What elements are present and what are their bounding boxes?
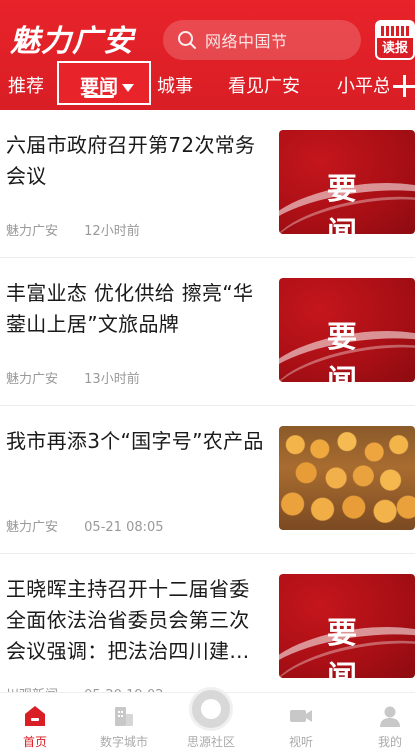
news-source: 魅力广安 (6, 520, 59, 535)
news-item[interactable]: 我市再添3个“国字号”农产品 魅力广安 05-21 08:05 (0, 406, 415, 554)
news-source: 魅力广安 (6, 224, 59, 239)
nav-community[interactable]: 思源社区 (175, 687, 247, 750)
read-paper-label: 读报 (377, 38, 413, 58)
home-icon (22, 703, 48, 729)
tab-see-guangan[interactable]: 看见广安 (228, 66, 300, 110)
nav-home[interactable]: 首页 (0, 693, 70, 750)
news-item[interactable]: 六届市政府召开第72次常务会议 魅力广安 12小时前 要闻 (0, 110, 415, 258)
thumbnail-label: 要闻 (327, 616, 387, 678)
community-icon (189, 687, 233, 731)
nav-label: 视听 (288, 735, 313, 749)
tab-label: 要闻 (80, 76, 119, 98)
news-source: 魅力广安 (6, 372, 59, 387)
tab-label: 推荐 (8, 76, 44, 97)
nav-label: 首页 (22, 735, 47, 749)
add-channel-icon[interactable] (393, 75, 415, 97)
nav-label: 思源社区 (186, 735, 235, 749)
news-item[interactable]: 丰富业态 优化供给 擦亮“华蓥山上居”文旅品牌 魅力广安 13小时前 要闻 (0, 258, 415, 406)
nav-label: 我的 (377, 735, 402, 749)
read-paper-button[interactable]: 读报 (375, 20, 415, 60)
newspaper-icon (381, 26, 409, 36)
tab-label: 城事 (157, 76, 193, 97)
news-title: 丰富业态 优化供给 擦亮“华蓥山上居”文旅品牌 (6, 281, 254, 336)
nav-digital-city[interactable]: 数字城市 (88, 693, 160, 750)
news-title: 六届市政府召开第72次常务会议 (6, 133, 256, 188)
tab-xiaoping[interactable]: 小平总 (337, 66, 389, 110)
nav-label: 数字城市 (99, 735, 148, 749)
nav-profile[interactable]: 我的 (355, 693, 415, 750)
city-icon (111, 703, 137, 729)
news-thumbnail: 要闻 (279, 574, 415, 678)
news-title: 我市再添3个“国字号”农产品 (6, 429, 264, 453)
news-meta: 魅力广安 05-21 08:05 (6, 516, 164, 535)
chevron-down-icon (122, 83, 135, 92)
news-time: 13小时前 (84, 372, 140, 387)
news-time: 12小时前 (84, 224, 140, 239)
tab-label: 小平总 (337, 76, 389, 97)
app-logo: 魅力广安 (10, 24, 134, 59)
news-time: 05-21 08:05 (84, 520, 164, 535)
news-title: 王晓晖主持召开十二届省委全面依法治省委员会第三次会议强调：把法治四川建… (6, 577, 250, 663)
channel-tabs: 推荐 要闻 城事 看见广安 小平总 (0, 66, 415, 110)
news-thumbnail-photo (279, 426, 415, 530)
news-item[interactable]: 王晓晖主持召开十二届省委全面依法治省委员会第三次会议强调：把法治四川建… 川观新… (0, 554, 415, 703)
thumbnail-label: 要闻 (327, 320, 387, 382)
nav-video[interactable]: 视听 (265, 693, 337, 750)
news-meta: 魅力广安 12小时前 (6, 220, 140, 239)
search-placeholder: 网络中国节 (205, 32, 288, 51)
search-bar[interactable]: 网络中国节 (163, 20, 361, 60)
profile-icon (377, 703, 403, 729)
bottom-navigation: 首页 数字城市 思源社区 视听 我的 (0, 687, 415, 750)
tab-news[interactable]: 要闻 (80, 66, 135, 110)
tab-city[interactable]: 城事 (157, 66, 193, 110)
tab-recommend[interactable]: 推荐 (8, 66, 44, 110)
search-icon (177, 30, 197, 50)
tab-label: 看见广安 (228, 76, 300, 97)
news-thumbnail: 要闻 (279, 130, 415, 234)
thumbnail-label: 要闻 (327, 172, 387, 234)
news-meta: 魅力广安 13小时前 (6, 368, 140, 387)
video-icon (288, 703, 314, 729)
news-thumbnail: 要闻 (279, 278, 415, 382)
